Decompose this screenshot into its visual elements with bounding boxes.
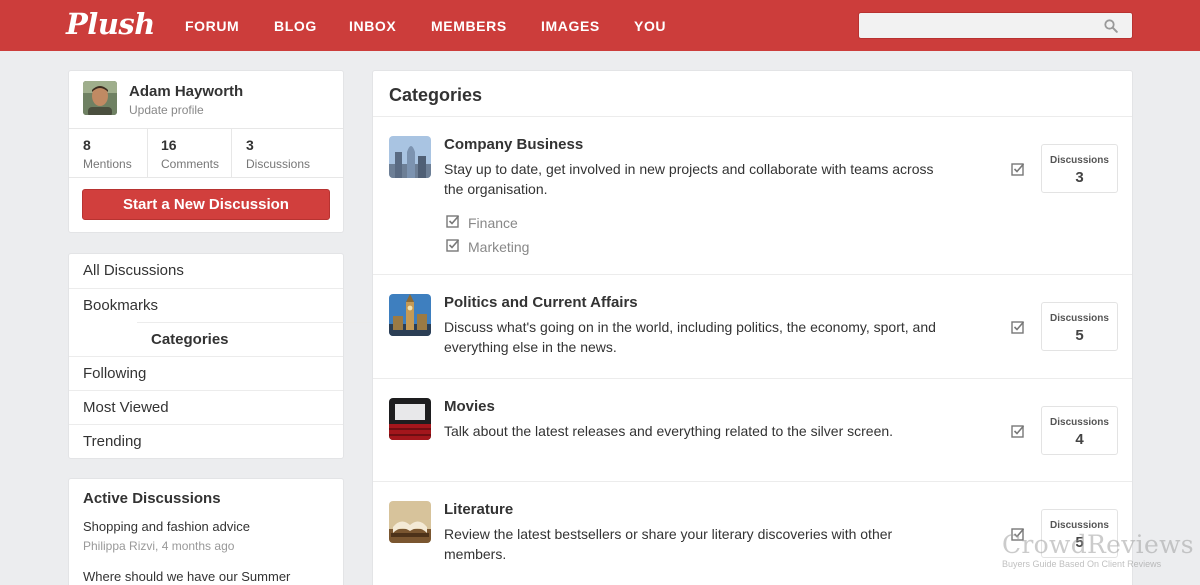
nav-members[interactable]: MEMBERS [431,18,507,34]
avatar[interactable] [83,81,117,115]
checkbox-icon [446,215,460,228]
search-box [858,12,1133,39]
active-discussions-heading: Active Discussions [83,490,221,507]
discussion-count-label: Discussions [1050,155,1109,166]
sidebar-menu: All Discussions Bookmarks Categories Fol… [68,253,413,459]
watermark-tagline: Buyers Guide Based On Client Reviews [1002,559,1162,569]
categories-panel: Categories Company Business Stay up to d… [372,70,1133,585]
category-title[interactable]: Movies [444,398,495,415]
sidebar-item-trending[interactable]: Trending [69,424,343,458]
discussion-count-label: Discussions [1050,313,1109,324]
category-image[interactable] [389,294,431,336]
sidebar-item-label: All Discussions [83,262,184,279]
top-navigation-bar: Plush FORUM BLOG INBOX MEMBERS IMAGES YO… [0,0,1200,51]
category-description: Review the latest bestsellers or share y… [444,526,893,562]
update-profile-link[interactable]: Update profile [129,103,204,117]
stat-label: Mentions [83,157,132,171]
checkbox-icon [446,239,460,252]
follow-checkbox-icon[interactable] [1011,424,1025,438]
stat-value: 8 [83,137,91,153]
category-image[interactable] [389,501,431,543]
sidebar-item-all-discussions[interactable]: All Discussions [69,254,343,288]
follow-checkbox-icon[interactable] [1011,162,1025,176]
search-input[interactable] [867,17,1097,35]
nav-images[interactable]: IMAGES [541,18,600,34]
category-title[interactable]: Literature [444,501,513,518]
active-discussion-title[interactable]: Shopping and fashion advice [83,519,250,534]
profile-name[interactable]: Adam Hayworth [129,83,243,100]
discussion-count-box: Discussions 5 [1041,302,1118,351]
sidebar-item-most-viewed[interactable]: Most Viewed [69,390,343,424]
stat-label: Comments [161,157,220,171]
sidebar-item-bookmarks[interactable]: Bookmarks [69,288,343,322]
discussion-count-value: 5 [1075,327,1084,344]
category-title[interactable]: Politics and Current Affairs [444,294,638,311]
active-discussion-meta: Philippa Rizvi, 4 months ago [83,539,235,553]
subcategory-label: Finance [468,215,518,231]
nav-blog[interactable]: BLOG [274,18,317,34]
category-row: Movies Talk about the latest releases an… [373,378,1132,481]
follow-checkbox-icon[interactable] [1011,320,1025,334]
stat-value: 3 [246,137,254,153]
sidebar-item-label: Following [83,365,147,382]
category-image[interactable] [389,136,431,178]
sidebar-item-label: Most Viewed [83,399,169,416]
sidebar-item-label: Trending [83,433,142,450]
active-discussion-title[interactable]: Where should we have our Summer [83,569,290,584]
watermark-brand: CrowdReviews [1002,530,1194,559]
active-discussions-panel: Active Discussions Shopping and fashion … [68,478,344,585]
category-row: Company Business Stay up to date, get in… [373,116,1132,274]
stat-comments[interactable]: 16 Comments [147,129,231,177]
discussion-count-box: Discussions 3 [1041,144,1118,193]
nav-inbox[interactable]: INBOX [349,18,396,34]
discussion-count-value: 4 [1075,431,1084,448]
stat-mentions[interactable]: 8 Mentions [69,129,147,177]
profile-stats: 8 Mentions 16 Comments 3 Discussions [69,128,343,178]
category-description: Discuss what's going on in the world, in… [444,319,936,355]
nav-you[interactable]: YOU [634,18,666,34]
sidebar-item-label: Categories [151,331,229,348]
sidebar-item-following[interactable]: Following [69,356,343,390]
discussion-count-label: Discussions [1050,417,1109,428]
subcategory-label: Marketing [468,239,530,255]
discussion-count-box: Discussions 4 [1041,406,1118,455]
plush-logo[interactable]: Plush [66,7,155,41]
discussion-count-value: 3 [1075,169,1084,186]
category-image[interactable] [389,398,431,440]
start-new-discussion-button[interactable]: Start a New Discussion [82,189,330,220]
nav-forum[interactable]: FORUM [185,18,239,34]
profile-panel: Adam Hayworth Update profile 8 Mentions … [68,70,344,233]
category-description: Talk about the latest releases and every… [444,423,894,439]
sidebar-item-label: Bookmarks [83,297,159,314]
category-row: Politics and Current Affairs Discuss wha… [373,274,1132,378]
category-description: Stay up to date, get involved in new pro… [444,161,934,197]
stat-discussions[interactable]: 3 Discussions [231,129,343,177]
crowdreviews-watermark: CrowdReviews Buyers Guide Based On Clien… [1002,530,1194,569]
search-icon[interactable] [1104,19,1118,33]
category-title[interactable]: Company Business [444,136,583,153]
stat-label: Discussions [246,157,311,171]
stat-value: 16 [161,137,177,153]
categories-heading: Categories [389,85,483,105]
